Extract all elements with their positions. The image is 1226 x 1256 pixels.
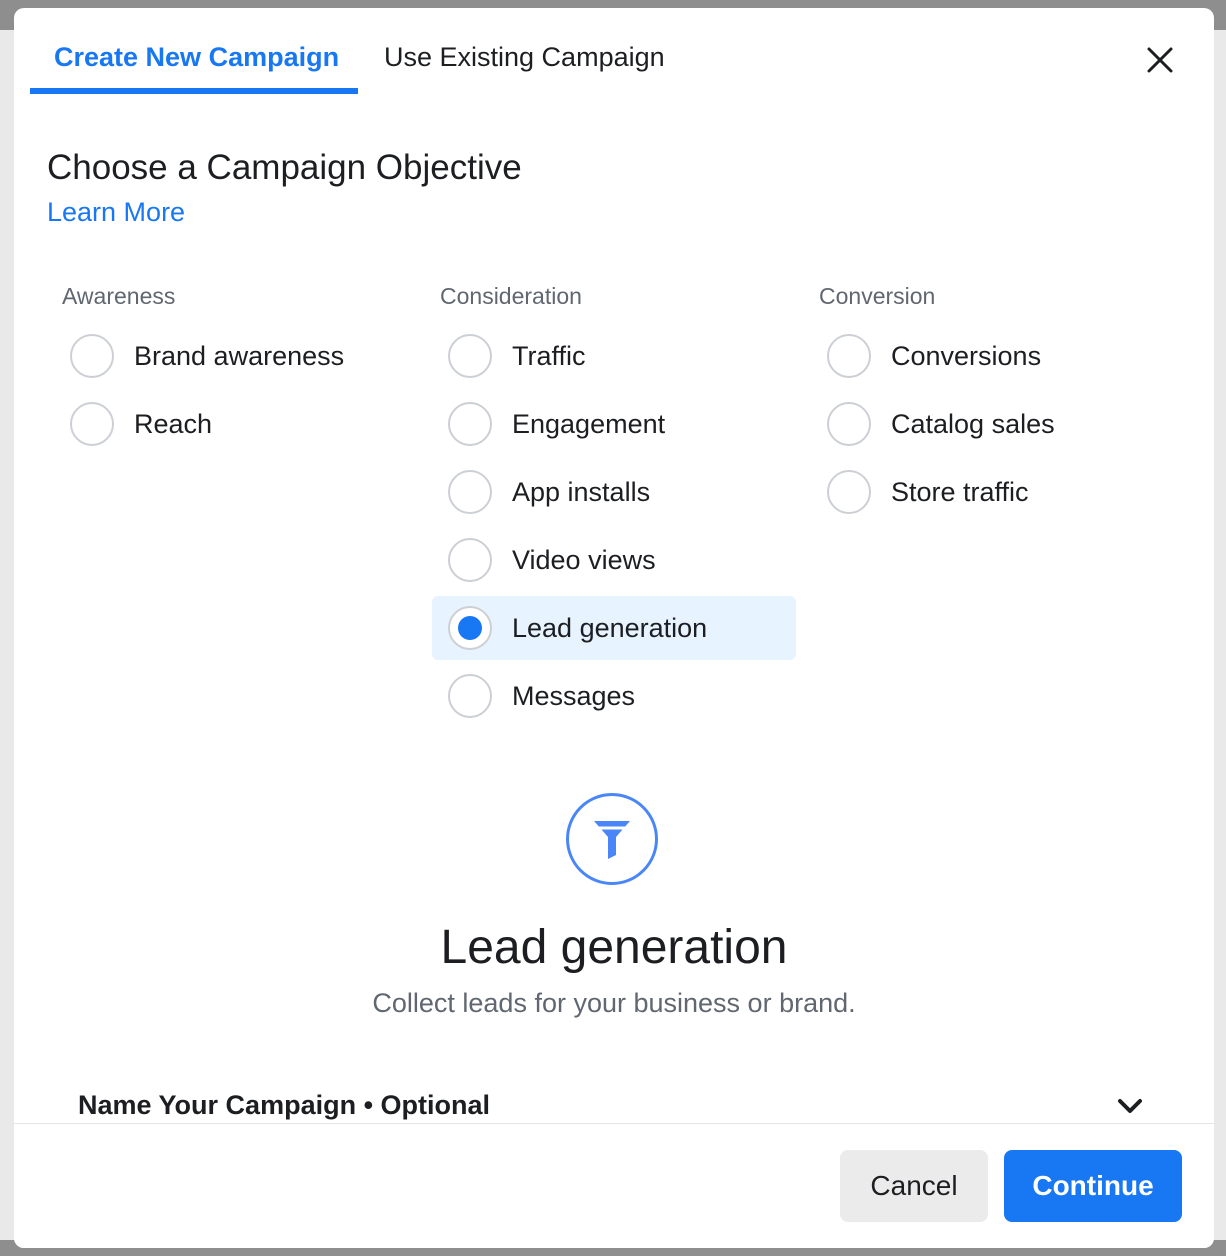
option-store-traffic[interactable]: Store traffic bbox=[811, 460, 1181, 524]
radio-button[interactable] bbox=[448, 538, 492, 582]
option-traffic[interactable]: Traffic bbox=[432, 324, 796, 388]
expand-button[interactable] bbox=[1116, 1096, 1144, 1116]
awareness-column: Awareness Brand awareness Reach bbox=[54, 278, 424, 460]
tab-create-new-campaign[interactable]: Create New Campaign bbox=[54, 42, 339, 73]
option-lead-generation[interactable]: Lead generation bbox=[432, 596, 796, 660]
campaign-modal: Create New Campaign Use Existing Campaig… bbox=[14, 8, 1214, 1248]
active-tab-indicator bbox=[30, 88, 358, 94]
learn-more-link[interactable]: Learn More bbox=[47, 197, 185, 228]
conversion-column: Conversion Conversions Catalog sales Sto… bbox=[811, 278, 1181, 528]
radio-button[interactable] bbox=[448, 334, 492, 378]
radio-button[interactable] bbox=[448, 402, 492, 446]
option-label: Engagement bbox=[512, 408, 666, 439]
tab-use-existing-campaign[interactable]: Use Existing Campaign bbox=[384, 42, 665, 73]
background-page bbox=[0, 30, 14, 1240]
objective-description: Collect leads for your business or brand… bbox=[372, 988, 856, 1018]
cancel-button[interactable]: Cancel bbox=[840, 1150, 988, 1222]
consideration-column: Consideration Traffic Engagement App ins… bbox=[432, 278, 796, 732]
radio-button[interactable] bbox=[448, 674, 492, 718]
option-conversions[interactable]: Conversions bbox=[811, 324, 1181, 388]
option-label: Reach bbox=[134, 408, 213, 439]
radio-button[interactable] bbox=[827, 402, 871, 446]
radio-button[interactable] bbox=[70, 402, 114, 446]
option-reach[interactable]: Reach bbox=[54, 392, 424, 456]
option-label: Messages bbox=[512, 680, 636, 711]
option-messages[interactable]: Messages bbox=[432, 664, 796, 728]
radio-button[interactable] bbox=[70, 334, 114, 378]
option-catalog-sales[interactable]: Catalog sales bbox=[811, 392, 1181, 456]
background-page-right bbox=[1214, 30, 1226, 1240]
option-label: Conversions bbox=[891, 340, 1042, 371]
column-title-conversion: Conversion bbox=[819, 283, 936, 309]
chevron-down-icon bbox=[1118, 1099, 1142, 1113]
option-label: Video views bbox=[512, 544, 656, 575]
objective-title: Lead generation bbox=[440, 921, 788, 974]
option-label: App installs bbox=[512, 476, 651, 507]
option-label: Catalog sales bbox=[891, 408, 1055, 439]
continue-button[interactable]: Continue bbox=[1004, 1150, 1182, 1222]
close-icon bbox=[1147, 47, 1173, 73]
tab-bar: Create New Campaign Use Existing Campaig… bbox=[14, 8, 1214, 98]
column-title-consideration: Consideration bbox=[440, 283, 582, 309]
funnel-icon bbox=[594, 821, 630, 859]
option-label: Store traffic bbox=[891, 476, 1029, 507]
close-button[interactable] bbox=[1144, 44, 1176, 76]
option-app-installs[interactable]: App installs bbox=[432, 460, 796, 524]
page-title: Choose a Campaign Objective bbox=[47, 148, 522, 187]
option-label: Brand awareness bbox=[134, 340, 345, 371]
option-brand-awareness[interactable]: Brand awareness bbox=[54, 324, 424, 388]
radio-button[interactable] bbox=[827, 334, 871, 378]
option-video-views[interactable]: Video views bbox=[432, 528, 796, 592]
option-label: Lead generation bbox=[512, 612, 708, 643]
option-label: Traffic bbox=[512, 340, 586, 371]
option-engagement[interactable]: Engagement bbox=[432, 392, 796, 456]
radio-button[interactable] bbox=[827, 470, 871, 514]
radio-button-selected[interactable] bbox=[448, 606, 492, 650]
radio-button[interactable] bbox=[448, 470, 492, 514]
modal-footer: Cancel Continue bbox=[14, 1123, 1214, 1248]
objective-icon-circle bbox=[566, 793, 658, 885]
name-campaign-toggle[interactable]: Name Your Campaign • Optional bbox=[78, 1090, 490, 1121]
column-title-awareness: Awareness bbox=[62, 283, 176, 309]
radio-dot bbox=[458, 616, 482, 640]
